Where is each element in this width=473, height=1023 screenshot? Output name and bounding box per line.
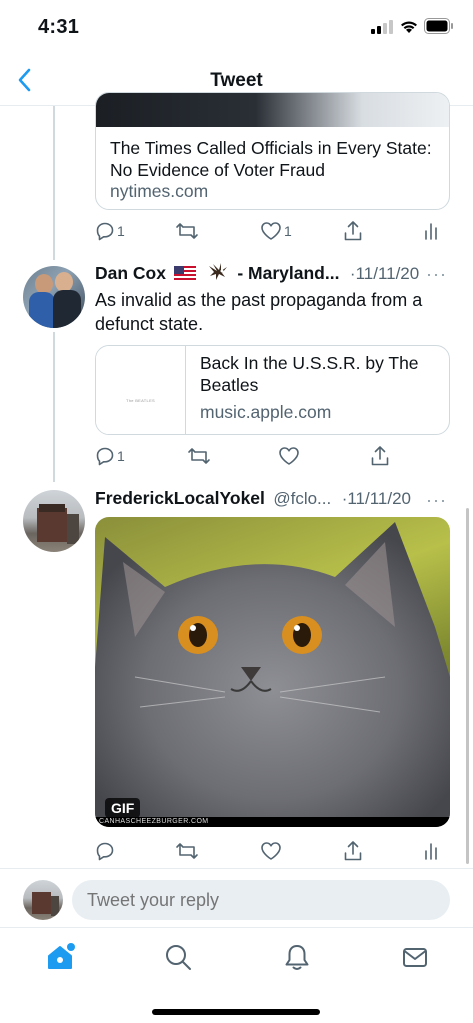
avatar[interactable] [23, 266, 85, 328]
share-button[interactable] [343, 837, 363, 865]
tweet-date: ·11/11/20 [341, 489, 411, 508]
more-options-button[interactable]: ··· [426, 264, 447, 285]
reply-button[interactable]: 1 [95, 217, 125, 245]
cat-image [95, 522, 450, 827]
cellular-signal-icon [371, 20, 393, 34]
card-domain: nytimes.com [110, 181, 209, 201]
tweet-date: ·11/11/20 [349, 264, 420, 283]
link-card-apple-music[interactable]: The BEATLES Back In the U.S.S.R. by The … [95, 345, 450, 435]
status-bar: 4:31 [0, 0, 473, 54]
tweet-text: As invalid as the past propaganda from a… [95, 290, 423, 334]
reply-count: 1 [117, 223, 125, 239]
heart-icon [261, 842, 281, 860]
gif-watermark: CANHASCHEEZBURGER.COM [95, 817, 450, 827]
gif-badge: GIF [105, 798, 141, 818]
retweet-button[interactable] [175, 837, 199, 865]
like-button[interactable]: 1 [260, 217, 292, 245]
analytics-button[interactable] [423, 837, 439, 865]
author-name[interactable]: Dan Cox [95, 263, 166, 283]
page-title: Tweet [210, 70, 263, 91]
speech-bubble-icon [96, 842, 114, 861]
tweet-header: FrederickLocalYokel @fclo... ·11/11/20 [95, 488, 435, 514]
bar-chart-icon [425, 843, 437, 860]
tweet-actions [95, 837, 445, 865]
tab-search[interactable] [163, 942, 193, 972]
thread-line [53, 332, 55, 482]
retweet-button[interactable] [187, 442, 211, 470]
author-name[interactable]: FrederickLocalYokel [95, 488, 265, 508]
link-card-nytimes[interactable]: The Times Called Officials in Every Stat… [95, 92, 450, 210]
avatar [23, 880, 63, 920]
card-title: Back In the U.S.S.R. by The Beatles [200, 353, 419, 395]
avatar[interactable] [23, 490, 85, 552]
home-indicator [152, 1009, 320, 1015]
bell-icon [285, 945, 309, 970]
bar-chart-icon [425, 223, 437, 240]
tab-notifications[interactable] [282, 942, 312, 972]
speech-bubble-icon [96, 222, 114, 241]
retweet-icon [176, 223, 198, 239]
card-title: The Times Called Officials in Every Stat… [110, 138, 432, 180]
share-button[interactable] [370, 442, 390, 470]
author-name-suffix: - Maryland... [237, 263, 340, 283]
share-icon [371, 446, 389, 466]
tab-home[interactable] [45, 942, 75, 972]
heart-icon [261, 222, 281, 240]
card-thumbnail-text: The BEATLES [125, 398, 155, 403]
us-flag-icon [174, 266, 197, 280]
tweet-actions: 1 [95, 442, 445, 470]
reply-button[interactable] [95, 837, 115, 865]
reply-button[interactable]: 1 [95, 442, 125, 470]
search-icon [166, 945, 191, 970]
like-button[interactable] [260, 837, 282, 865]
like-count: 1 [284, 223, 292, 239]
retweet-icon [188, 448, 210, 464]
analytics-button[interactable] [423, 217, 439, 245]
eagle-icon [208, 263, 227, 280]
retweet-icon [176, 843, 198, 859]
reply-count: 1 [117, 448, 125, 464]
battery-icon [424, 18, 453, 34]
heart-icon [279, 447, 299, 465]
reply-bar [0, 868, 473, 928]
speech-bubble-icon [96, 447, 114, 466]
thread-line [53, 106, 55, 260]
card-thumbnail: The BEATLES [96, 346, 186, 434]
share-icon [344, 841, 362, 861]
tab-messages[interactable] [400, 942, 430, 972]
tweet-actions: 1 1 [95, 217, 445, 245]
share-icon [344, 221, 362, 241]
mail-icon [403, 948, 427, 967]
share-button[interactable] [343, 217, 363, 245]
status-time: 4:31 [38, 16, 80, 38]
tweet-header: Dan Cox - Maryland... ·11/11/20 [95, 262, 435, 288]
reply-input[interactable] [72, 880, 450, 920]
gif-media[interactable]: GIF CANHASCHEEZBURGER.COM [95, 517, 450, 827]
card-image [96, 93, 449, 127]
author-handle: @fclo... [273, 489, 332, 508]
scrollbar[interactable] [466, 508, 469, 864]
wifi-icon [401, 21, 417, 33]
more-options-button[interactable]: ··· [426, 490, 447, 511]
like-button[interactable] [278, 442, 300, 470]
retweet-button[interactable] [175, 217, 199, 245]
card-domain: music.apple.com [200, 402, 332, 422]
home-icon [48, 943, 75, 969]
